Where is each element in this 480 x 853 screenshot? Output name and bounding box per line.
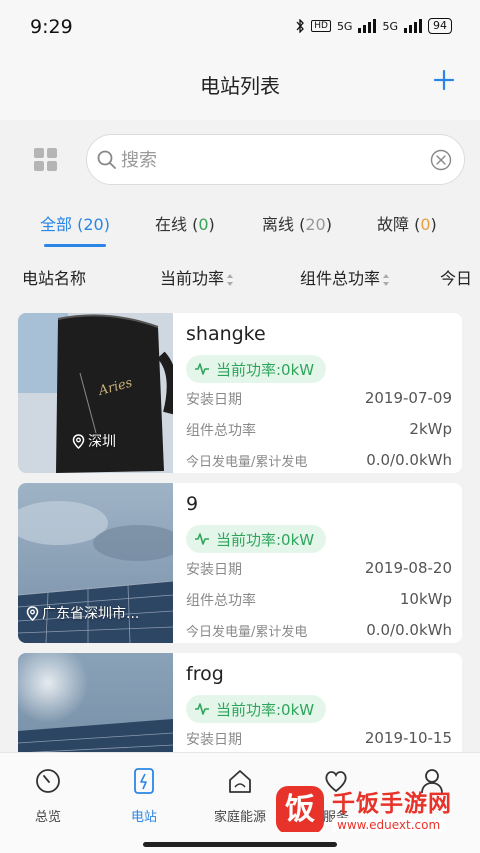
location-pin-icon: [72, 433, 85, 449]
battery-indicator: 94: [428, 18, 452, 34]
signal-bars-1-icon: [358, 19, 377, 33]
active-tab-indicator: [44, 244, 106, 247]
gesture-area: [0, 832, 480, 853]
capacity-row: 组件总功率 2kWp: [186, 420, 452, 439]
clear-search-icon[interactable]: [430, 149, 452, 171]
sort-icon: [227, 273, 234, 286]
station-name: 9: [186, 493, 199, 515]
system-indicators: HD 5G 5G 94: [295, 18, 452, 34]
current-power-badge: 当前功率:0kW: [186, 695, 327, 723]
page-title: 电站列表: [200, 74, 280, 98]
station-info: frog 当前功率:0kW 安装日期 2019-10-15: [186, 653, 452, 752]
search-icon: [97, 150, 116, 169]
location-pin-icon: [26, 605, 39, 621]
column-today[interactable]: 今日: [440, 265, 480, 289]
nav-stations[interactable]: 电站: [96, 753, 192, 833]
station-photo: [18, 653, 173, 752]
station-icon: [134, 768, 154, 794]
sort-icon: [383, 273, 390, 286]
energy-row: 今日发电量/累计发电 0.0/0.0kWh: [186, 621, 452, 640]
watermark-text: 千饭手游网: [332, 791, 452, 817]
tab-all[interactable]: 全部 (20): [40, 211, 110, 235]
station-list: Aries 深圳 shangke 当前功率:0kW 安装日期 2019-07-09…: [18, 313, 462, 752]
search-box[interactable]: [86, 134, 465, 185]
pulse-icon: [195, 533, 209, 545]
signal-2-label: 5G: [382, 19, 398, 33]
station-name: shangke: [186, 323, 266, 345]
status-bar: 9:29 HD 5G 5G 94: [0, 0, 480, 56]
column-total-capacity[interactable]: 组件总功率: [300, 265, 390, 289]
app-header: 电站列表: [0, 56, 480, 120]
current-power-badge: 当前功率:0kW: [186, 355, 327, 383]
pulse-icon: [195, 363, 209, 375]
column-current-power[interactable]: 当前功率: [160, 265, 234, 289]
pulse-icon: [195, 703, 209, 715]
tab-fault[interactable]: 故障 (0): [377, 211, 437, 235]
station-location: 深圳: [72, 431, 116, 451]
capacity-row: 组件总功率 10kWp: [186, 590, 452, 609]
bluetooth-icon: [296, 19, 305, 33]
add-station-icon[interactable]: [432, 68, 456, 92]
home-energy-icon: [229, 770, 251, 793]
search-input[interactable]: [121, 146, 421, 174]
tab-offline[interactable]: 离线 (20): [262, 211, 332, 235]
station-card[interactable]: frog 当前功率:0kW 安装日期 2019-10-15: [18, 653, 462, 752]
nav-overview[interactable]: 总览: [0, 753, 96, 833]
install-date-row: 安装日期 2019-07-09: [186, 389, 452, 408]
status-tabs: 全部 (20) 在线 (0) 离线 (20) 故障 (0): [0, 205, 480, 249]
watermark-logo: 饭: [276, 786, 324, 834]
station-info: 9 当前功率:0kW 安装日期 2019-08-20 组件总功率 10kWp 今日发…: [186, 483, 452, 643]
station-info: shangke 当前功率:0kW 安装日期 2019-07-09 组件总功率 2kW…: [186, 313, 452, 473]
station-card[interactable]: 广东省深圳市... 9 当前功率:0kW 安装日期 2019-08-20 组件总功…: [18, 483, 462, 643]
station-photo: Aries 深圳: [18, 313, 173, 473]
column-station-name: 电站名称: [22, 269, 87, 288]
station-photo: 广东省深圳市...: [18, 483, 173, 643]
grid-view-icon[interactable]: [33, 147, 59, 173]
home-indicator[interactable]: [143, 842, 337, 847]
install-date-row: 安装日期 2019-10-15: [186, 729, 452, 748]
current-power-badge: 当前功率:0kW: [186, 525, 327, 553]
tab-online[interactable]: 在线 (0): [155, 211, 215, 235]
nav-home-energy[interactable]: 家庭能源: [192, 753, 288, 833]
energy-row: 今日发电量/累计发电 0.0/0.0kWh: [186, 451, 452, 470]
signal-bars-2-icon: [404, 19, 422, 33]
signal-1-label: 5G: [336, 19, 353, 33]
hd-badge: HD: [311, 20, 331, 32]
install-date-row: 安装日期 2019-08-20: [186, 559, 452, 578]
clock: 9:29: [30, 16, 73, 38]
watermark: 饭 千饭手游网 www.eduext.com: [276, 778, 472, 840]
watermark-url: www.eduext.com: [332, 818, 446, 832]
station-name: frog: [186, 663, 224, 685]
dial-icon: [36, 769, 60, 793]
station-card[interactable]: Aries 深圳 shangke 当前功率:0kW 安装日期 2019-07-09…: [18, 313, 462, 473]
station-location: 广东省深圳市...: [26, 603, 139, 623]
